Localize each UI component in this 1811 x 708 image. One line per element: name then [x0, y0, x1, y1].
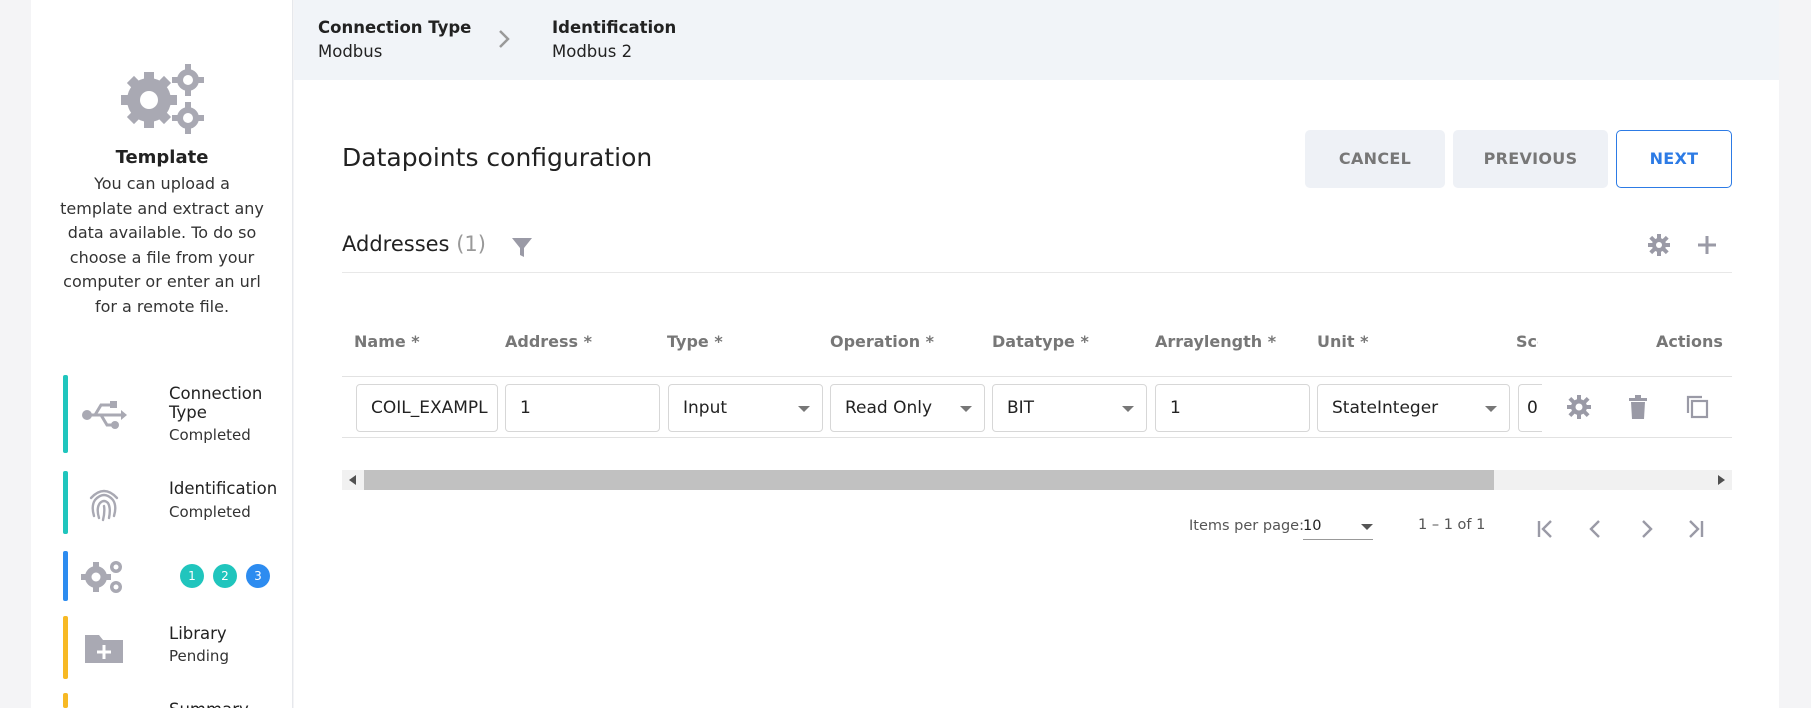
step-title: Identification [169, 479, 278, 498]
sidebar-step-identification[interactable]: Identification Completed [63, 471, 288, 534]
operation-select-value: Read Only [845, 398, 933, 418]
scroll-left-arrow-icon[interactable] [349, 475, 356, 485]
sidebar-step-connection-type[interactable]: Connection Type Completed [63, 375, 288, 453]
sidebar-step-summary[interactable]: Summary [63, 693, 288, 708]
column-header-unit[interactable]: Unit * [1317, 332, 1368, 351]
next-button[interactable]: NEXT [1616, 130, 1732, 188]
column-header-actions: Actions [1656, 332, 1723, 351]
filter-icon[interactable] [510, 235, 534, 259]
first-page-icon[interactable] [1531, 514, 1561, 544]
column-header-operation[interactable]: Operation * [830, 332, 934, 351]
breadcrumb-connection-type-title: Connection Type [318, 18, 472, 37]
step-status: Completed [169, 503, 251, 521]
column-header-address[interactable]: Address * [505, 332, 592, 351]
usb-icon [82, 401, 127, 429]
template-description: You can upload a template and extract an… [60, 174, 264, 316]
substep-2-badge[interactable]: 2 [213, 564, 237, 588]
step-title: Connection Type [169, 384, 263, 422]
previous-page-icon[interactable] [1581, 514, 1611, 544]
delete-trash-icon[interactable] [1624, 393, 1652, 421]
page-range-label: 1 – 1 of 1 [1418, 517, 1486, 533]
next-page-icon[interactable] [1631, 514, 1661, 544]
substep-3-badge[interactable]: 3 [246, 564, 270, 588]
folder-plus-icon [85, 635, 123, 663]
items-per-page-value: 10 [1303, 518, 1322, 534]
datatype-select-value: BIT [1007, 398, 1035, 418]
dropdown-arrow-icon [960, 406, 972, 412]
row-settings-gear-icon[interactable] [1565, 393, 1593, 421]
breadcrumb-connection-type-value: Modbus [318, 42, 383, 61]
column-header-arraylength[interactable]: Arraylength * [1155, 332, 1276, 351]
items-per-page-select[interactable]: 10 [1303, 512, 1373, 540]
scale-input[interactable]: 0 [1518, 384, 1542, 432]
dropdown-arrow-icon [1361, 524, 1373, 530]
column-header-scale[interactable]: Scc [1516, 332, 1538, 351]
dropdown-arrow-icon [798, 406, 810, 412]
addresses-title-text: Addresses [342, 232, 450, 256]
arraylength-input[interactable]: 1 [1155, 384, 1310, 432]
address-input[interactable]: 1 [505, 384, 660, 432]
step-indicator-bar [63, 471, 68, 534]
datatype-select[interactable]: BIT [992, 384, 1147, 432]
step-indicator-bar [63, 693, 68, 708]
substep-1-badge[interactable]: 1 [180, 564, 204, 588]
table-row-divider [342, 437, 1732, 438]
column-header-name[interactable]: Name * [354, 332, 420, 351]
step-title: Library [169, 624, 227, 643]
gears-icon [81, 561, 122, 593]
operation-select[interactable]: Read Only [830, 384, 985, 432]
add-icon[interactable] [1695, 233, 1719, 257]
unit-select[interactable]: StateInteger [1317, 384, 1510, 432]
cancel-button[interactable]: CANCEL [1305, 130, 1445, 188]
horizontal-scrollbar[interactable] [342, 470, 1732, 490]
settings-gear-icon[interactable] [1647, 233, 1671, 257]
previous-button[interactable]: PREVIOUS [1453, 130, 1608, 188]
template-gears-icon [121, 64, 204, 134]
breadcrumb-identification-title: Identification [552, 18, 677, 37]
items-per-page-label: Items per page: [1189, 518, 1304, 534]
step-indicator-bar [63, 375, 68, 453]
main-panel: Datapoints configuration CANCEL PREVIOUS… [294, 80, 1779, 708]
addresses-count: (1) [456, 232, 486, 256]
divider [342, 272, 1732, 273]
scroll-right-arrow-icon[interactable] [1718, 475, 1725, 485]
breadcrumb: Connection Type Modbus Identification Mo… [294, 0, 1779, 80]
sidebar-step-library[interactable]: Library Pending [63, 616, 288, 679]
breadcrumb-identification-value: Modbus 2 [552, 42, 633, 61]
type-select-value: Input [683, 398, 728, 418]
sidebar: Template You can upload a template and e… [31, 0, 293, 708]
step-indicator-bar [63, 616, 68, 679]
chevron-right-icon [499, 30, 510, 48]
column-header-type[interactable]: Type * [667, 332, 723, 351]
sidebar-step-datapoints[interactable]: 1 2 3 [63, 551, 288, 601]
table-header-divider [342, 376, 1732, 377]
step-indicator-bar [63, 551, 68, 601]
scrollbar-thumb[interactable] [364, 470, 1494, 490]
addresses-title: Addresses (1) [342, 232, 486, 256]
duplicate-copy-icon[interactable] [1683, 393, 1711, 421]
dropdown-arrow-icon [1122, 406, 1134, 412]
page-title: Datapoints configuration [342, 143, 653, 172]
type-select[interactable]: Input [668, 384, 823, 432]
dropdown-arrow-icon [1485, 406, 1497, 412]
template-title: Template [115, 147, 209, 168]
fingerprint-icon [89, 489, 119, 522]
step-title: Summary [169, 700, 249, 708]
step-status: Pending [169, 647, 229, 665]
name-input[interactable]: COIL_EXAMPL [356, 384, 498, 432]
step-status: Completed [169, 426, 251, 444]
column-header-datatype[interactable]: Datatype * [992, 332, 1089, 351]
last-page-icon[interactable] [1680, 514, 1710, 544]
unit-select-value: StateInteger [1332, 398, 1439, 418]
